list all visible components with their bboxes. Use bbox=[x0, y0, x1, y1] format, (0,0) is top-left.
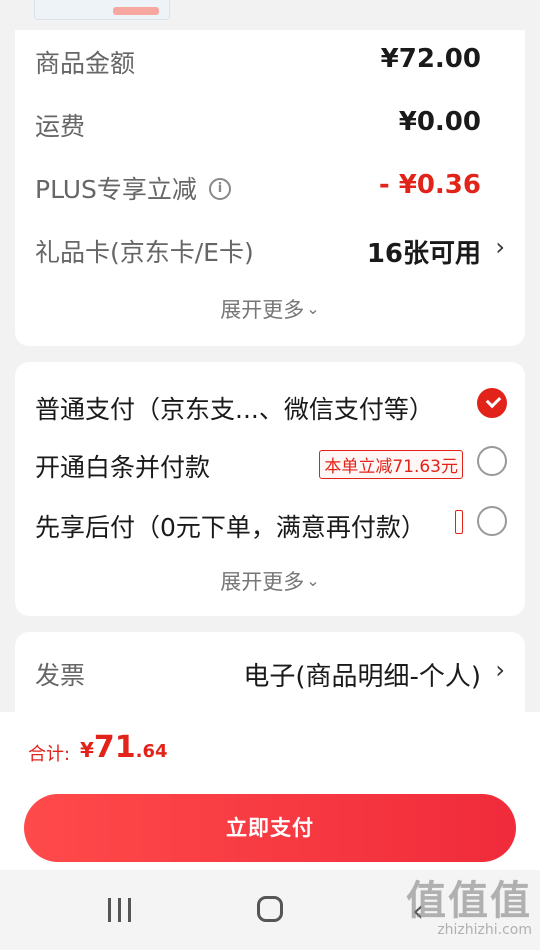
site-watermark: 值值值 zhizhizhi.com bbox=[406, 868, 532, 938]
total-integer: 71 bbox=[93, 730, 136, 765]
payment-option-label: 普通支付（京东支...、微信支付等） bbox=[35, 395, 434, 424]
payment-method-card: 普通支付（京东支...、微信支付等） 开通白条并付款 本单立减71.63元 先享… bbox=[15, 362, 525, 616]
total-decimal: .64 bbox=[135, 741, 168, 762]
product-thumbnail[interactable] bbox=[34, 0, 170, 20]
amount-expand-more[interactable]: 展开更多 ⌄ bbox=[15, 294, 525, 324]
watermark-logo: 值值值 bbox=[406, 878, 532, 924]
shipping-label: 运费 bbox=[35, 112, 86, 141]
pay-now-button[interactable]: 立即支付 bbox=[24, 794, 516, 862]
plus-discount-label: PLUS专享立减 bbox=[35, 175, 197, 204]
shipping-value: ¥0.00 bbox=[398, 107, 481, 137]
chevron-right-icon: › bbox=[495, 656, 505, 684]
discount-badge: 本单立减71.63元 bbox=[319, 450, 463, 479]
goods-amount-value: ¥72.00 bbox=[380, 44, 481, 74]
checkout-bar: 合计: ¥71.64 立即支付 bbox=[0, 712, 540, 870]
plus-discount-row: PLUS专享立减 i bbox=[35, 170, 231, 206]
chevron-down-icon: ⌄ bbox=[306, 299, 320, 318]
amount-expand-label: 展开更多 bbox=[220, 298, 305, 322]
payment-expand-label: 展开更多 bbox=[220, 570, 305, 594]
info-icon[interactable]: i bbox=[208, 178, 231, 200]
payment-option-label: 开通白条并付款 bbox=[35, 453, 211, 482]
goods-amount-label: 商品金额 bbox=[35, 49, 136, 78]
chevron-down-icon: ⌄ bbox=[306, 571, 320, 590]
radio-checked-icon[interactable] bbox=[477, 388, 507, 418]
payment-option-label: 先享后付（0元下单，满意再付款） bbox=[35, 513, 426, 542]
recent-apps-icon[interactable] bbox=[106, 898, 134, 922]
payment-expand-more[interactable]: 展开更多 ⌄ bbox=[15, 566, 525, 596]
truncated-badge bbox=[455, 510, 463, 534]
radio-unchecked-icon[interactable] bbox=[477, 506, 507, 536]
total-label: 合计: bbox=[28, 744, 71, 765]
invoice-value: 电子(商品明细-个人) bbox=[243, 662, 481, 692]
total-currency: ¥ bbox=[80, 738, 94, 762]
gift-card-label: 礼品卡(京东卡/E卡) bbox=[35, 238, 254, 267]
amount-summary-card: 商品金额 ¥72.00 运费 ¥0.00 PLUS专享立减 i - ¥0.36 礼… bbox=[15, 30, 525, 346]
chevron-right-icon: › bbox=[495, 233, 505, 261]
invoice-label: 发票 bbox=[35, 661, 86, 690]
total-price: ¥71.64 bbox=[80, 730, 168, 765]
radio-unchecked-icon[interactable] bbox=[477, 446, 507, 476]
product-thumbnail-tag bbox=[113, 7, 159, 15]
plus-discount-value: - ¥0.36 bbox=[378, 170, 481, 200]
home-icon[interactable] bbox=[257, 896, 283, 922]
gift-card-available: 16张可用 bbox=[366, 239, 481, 269]
